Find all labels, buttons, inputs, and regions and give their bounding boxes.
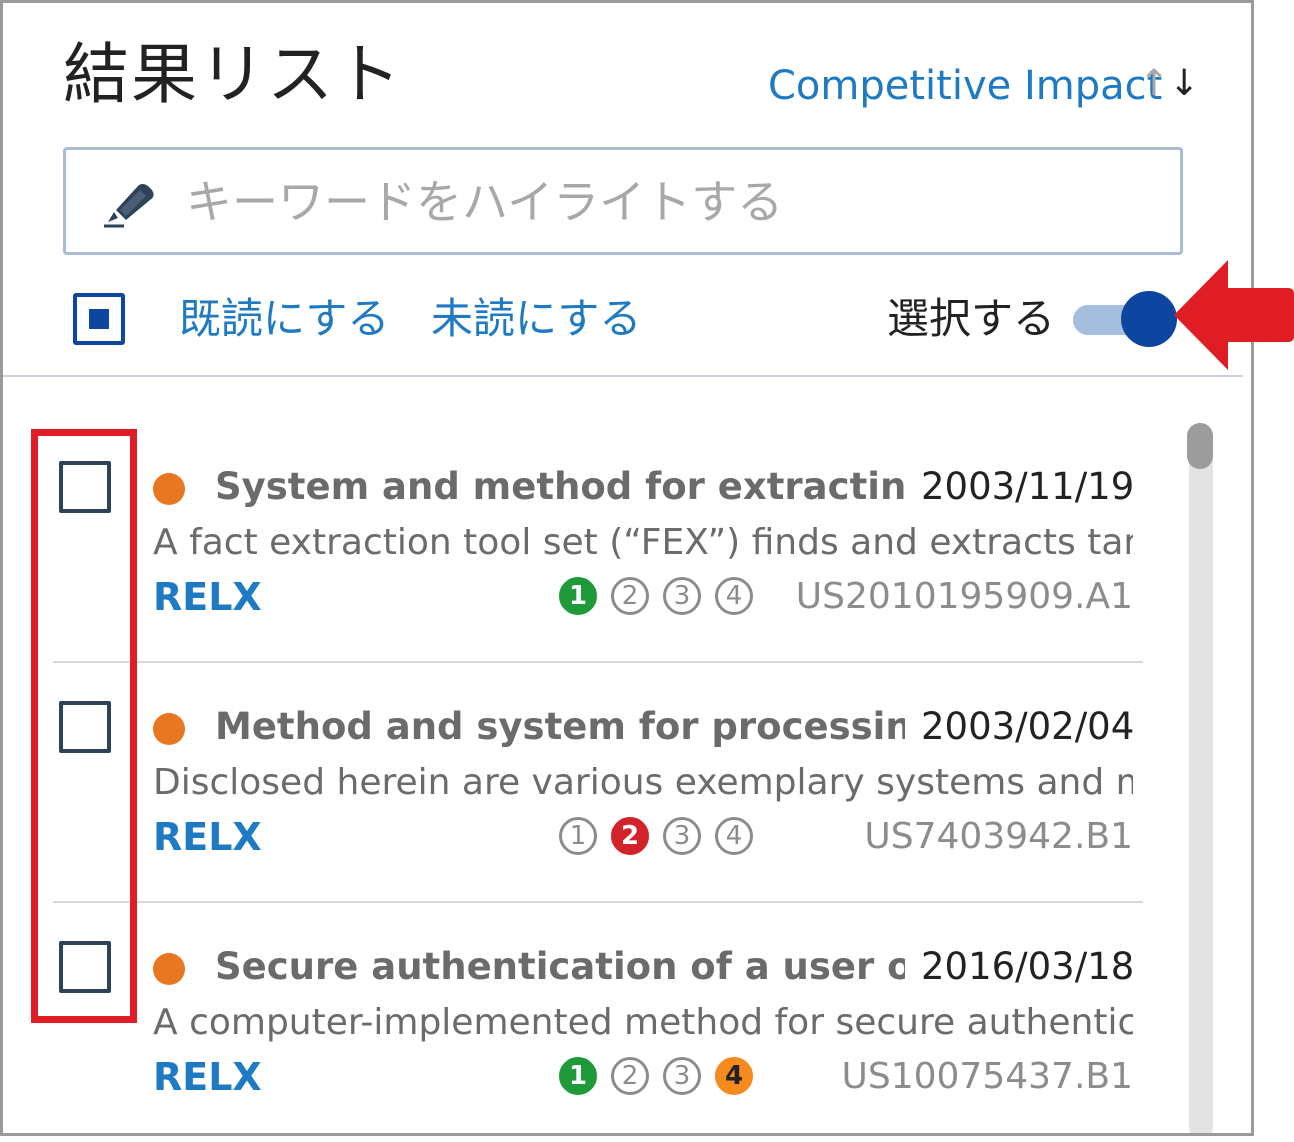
select-mode-label: 選択する <box>887 294 1056 343</box>
partial-select-indicator <box>89 309 109 329</box>
checkbox-annotation-box <box>31 429 137 1023</box>
scrollbar-thumb[interactable] <box>1187 423 1213 469</box>
result-item[interactable]: Method and system for processing da... 2… <box>3 663 1163 903</box>
rank-3-icon: 3 <box>663 577 701 615</box>
sort-down-icon: ↓ <box>1169 63 1200 104</box>
page-title: 結果リスト <box>63 36 403 113</box>
unread-dot-icon <box>153 713 185 745</box>
sort-order-icon[interactable]: ↑↓ <box>1139 59 1199 109</box>
unread-dot-icon <box>153 473 185 505</box>
rank-4-icon: 4 <box>715 817 753 855</box>
result-snippet: A fact extraction tool set (“FEX”) finds… <box>153 522 1133 563</box>
result-item[interactable]: Secure authentication of a user of a d..… <box>3 903 1163 1133</box>
impact-rank-indicators: 1 2 3 4 <box>559 817 753 859</box>
sort-up-icon: ↑ <box>1139 63 1170 104</box>
results-scrollbar[interactable] <box>1189 423 1213 1133</box>
result-date: 2003/02/04 <box>921 705 1135 748</box>
highlighter-pen-icon <box>104 184 154 228</box>
impact-rank-indicators: 1 2 3 4 <box>559 577 753 619</box>
result-title[interactable]: System and method for extracting inf... <box>215 461 905 513</box>
result-snippet: Disclosed herein are various exemplary s… <box>153 762 1133 803</box>
result-company-link[interactable]: RELX <box>153 811 262 863</box>
patent-number: US10075437.B1 <box>841 1056 1133 1097</box>
rank-4-icon: 4 <box>715 577 753 615</box>
select-all-checkbox[interactable] <box>73 293 125 345</box>
result-item[interactable]: System and method for extracting inf... … <box>3 423 1163 663</box>
header-divider <box>3 375 1243 377</box>
result-title[interactable]: Method and system for processing da... <box>215 701 905 753</box>
rank-1-icon: 1 <box>559 817 597 855</box>
mark-unread-link[interactable]: 未読にする <box>431 291 641 347</box>
result-snippet: A computer-implemented method for secure… <box>153 1002 1133 1043</box>
highlight-keyword-input[interactable] <box>184 168 1148 236</box>
rank-3-icon: 3 <box>663 1057 701 1095</box>
unread-dot-icon <box>153 953 185 985</box>
result-date: 2016/03/18 <box>921 945 1135 988</box>
toggle-knob <box>1121 291 1177 347</box>
result-title[interactable]: Secure authentication of a user of a d..… <box>215 941 905 993</box>
patent-number: US2010195909.A1 <box>795 576 1133 617</box>
rank-4-icon: 4 <box>715 1057 753 1095</box>
rank-1-icon: 1 <box>559 1057 597 1095</box>
impact-rank-indicators: 1 2 3 4 <box>559 1057 753 1099</box>
annotation-arrow-icon <box>1174 260 1294 370</box>
result-company-link[interactable]: RELX <box>153 571 262 623</box>
rank-3-icon: 3 <box>663 817 701 855</box>
rank-2-icon: 2 <box>611 1057 649 1095</box>
keyword-highlight-search <box>63 147 1183 255</box>
result-date: 2003/11/19 <box>921 465 1135 508</box>
sort-competitive-impact-link[interactable]: Competitive Impact <box>768 61 1162 111</box>
result-company-link[interactable]: RELX <box>153 1051 262 1103</box>
results-panel: 結果リスト Competitive Impact ↑↓ 既読にする 未読にする … <box>0 0 1254 1136</box>
mark-read-link[interactable]: 既読にする <box>179 291 389 347</box>
rank-2-icon: 2 <box>611 577 649 615</box>
rank-2-icon: 2 <box>611 817 649 855</box>
rank-1-icon: 1 <box>559 577 597 615</box>
patent-number: US7403942.B1 <box>864 816 1133 857</box>
select-mode-toggle[interactable] <box>1071 291 1177 347</box>
